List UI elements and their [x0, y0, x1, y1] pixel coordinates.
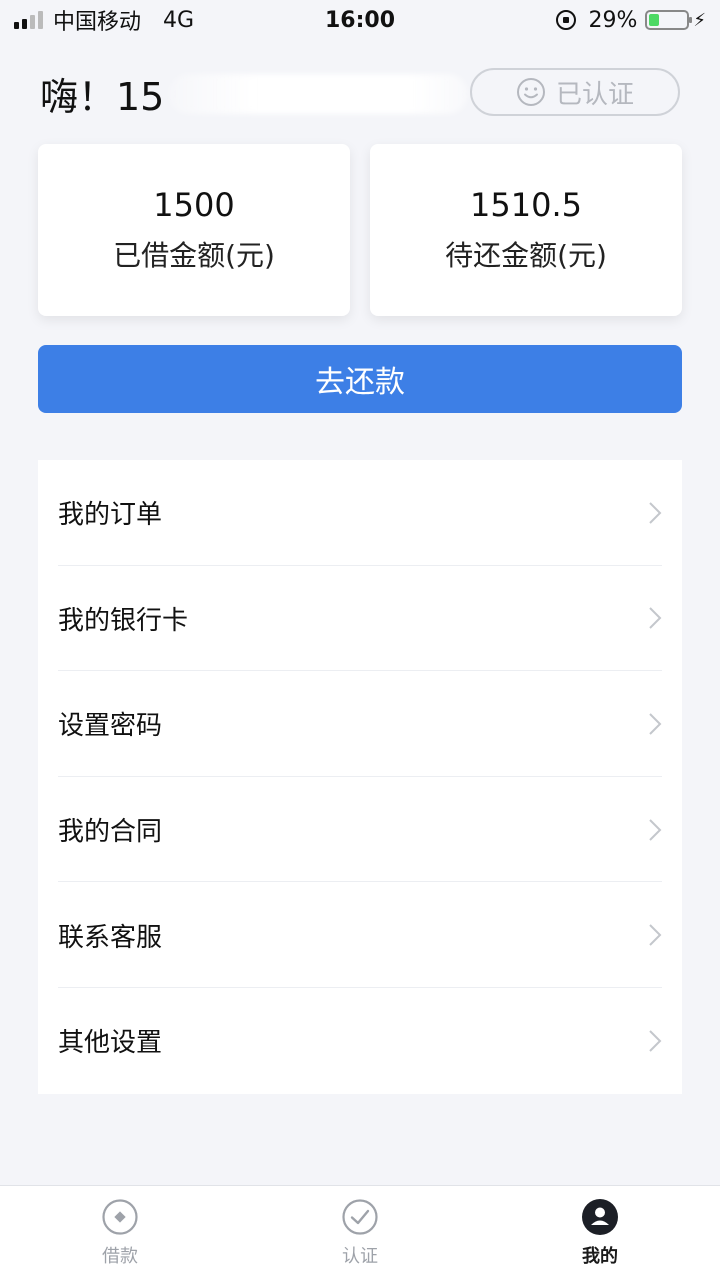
greeting-text: 嗨！15 — [40, 75, 165, 119]
borrowed-amount-value: 1500 — [153, 186, 235, 224]
menu-list: 我的订单 我的银行卡 设置密码 我的合同 联系客服 其他设置 — [38, 460, 682, 1094]
menu-item-label: 其他设置 — [58, 1028, 163, 1059]
orientation-lock-icon — [556, 10, 577, 30]
check-circle-icon — [342, 1199, 378, 1235]
chevron-right-icon — [649, 607, 662, 630]
chevron-right-icon — [649, 713, 662, 735]
carrier-name: 中国移动 — [53, 10, 142, 35]
menu-item-bank-cards[interactable]: 我的银行卡 — [38, 566, 682, 672]
tab-loan-label: 借款 — [102, 1246, 138, 1267]
verified-badge[interactable]: 已认证 — [470, 68, 680, 116]
chevron-right-icon — [649, 1030, 662, 1052]
tab-mine-label: 我的 — [582, 1246, 618, 1267]
borrowed-amount-label: 已借金额(元) — [113, 239, 275, 272]
repay-button[interactable]: 去还款 — [38, 345, 682, 413]
menu-item-customer-service[interactable]: 联系客服 — [38, 882, 682, 988]
menu-item-contracts[interactable]: 我的合同 — [38, 777, 682, 883]
profile-screen: 中国移动 4G 16:00 29% ⚡ 嗨！15 已认证 1500 已借金额(元… — [0, 0, 720, 1280]
loan-icon — [102, 1199, 138, 1235]
chevron-right-icon — [649, 924, 662, 946]
menu-item-label: 联系客服 — [58, 922, 163, 953]
menu-item-label: 我的银行卡 — [58, 605, 189, 636]
tab-loan[interactable]: 借款 — [0, 1198, 240, 1268]
user-icon — [582, 1199, 618, 1235]
tab-mine[interactable]: 我的 — [480, 1198, 720, 1268]
chevron-right-icon — [649, 818, 662, 841]
due-amount-card: 1510.5 待还金额(元) — [370, 144, 682, 316]
signal-icon — [14, 11, 43, 29]
menu-item-label: 我的订单 — [58, 500, 163, 531]
status-bar: 中国移动 4G 16:00 29% ⚡ — [0, 0, 720, 40]
chevron-right-icon — [649, 502, 662, 524]
masked-phone — [168, 73, 469, 114]
battery-fill — [649, 14, 660, 26]
network-type: 4G — [163, 7, 195, 33]
menu-item-other-settings[interactable]: 其他设置 — [38, 988, 682, 1094]
due-amount-value: 1510.5 — [470, 186, 582, 224]
battery-icon — [645, 10, 693, 30]
menu-item-set-password[interactable]: 设置密码 — [38, 671, 682, 777]
greeting: 嗨！15 — [40, 66, 469, 121]
verified-label: 已认证 — [555, 79, 634, 110]
charging-icon: ⚡ — [693, 9, 706, 31]
menu-item-label: 我的合同 — [58, 817, 163, 848]
menu-item-label: 设置密码 — [58, 711, 163, 742]
due-amount-label: 待还金额(元) — [445, 239, 607, 272]
smile-icon — [516, 78, 545, 106]
menu-item-orders[interactable]: 我的订单 — [38, 460, 682, 566]
tab-bar: 借款 认证 我的 — [0, 1185, 720, 1280]
battery-percent: 29% — [588, 7, 638, 33]
borrowed-amount-card: 1500 已借金额(元) — [38, 144, 350, 316]
tab-verify[interactable]: 认证 — [240, 1198, 480, 1268]
tab-verify-label: 认证 — [342, 1246, 378, 1267]
